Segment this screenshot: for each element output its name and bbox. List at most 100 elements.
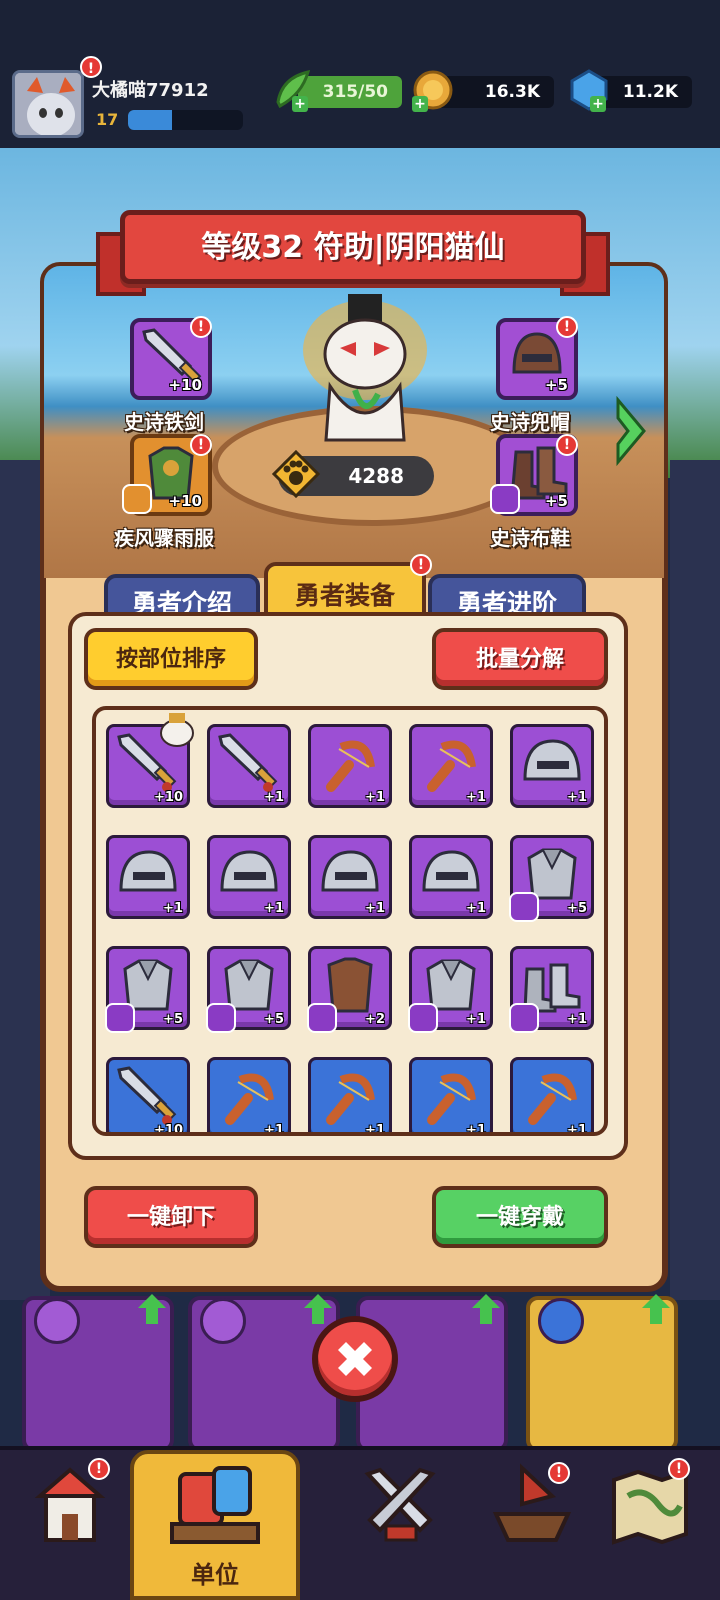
slot-boots-level: +5 [544, 492, 568, 510]
water-element-icon [200, 1298, 246, 1344]
player-avatar[interactable] [12, 70, 84, 138]
inventory-item-helmet[interactable]: +1 [106, 835, 190, 919]
inventory-item-level: +1 [466, 1012, 486, 1027]
inventory-grid: +10 +1 +1 +1 +1 +1 +1 +1 +1 +5 +5 +5 +2 +1 +1 +10 +1 +1 +1… [92, 706, 608, 1136]
hero-card-1[interactable] [22, 1294, 174, 1452]
inventory-item-helmet[interactable]: +1 [409, 835, 493, 919]
inventory-item-level: +1 [567, 1012, 587, 1027]
crossed-swords-icon [364, 1467, 436, 1542]
nav-units[interactable]: 单位 [130, 1450, 300, 1600]
inventory-item-boots[interactable]: +1 [509, 946, 594, 1033]
close-button[interactable] [312, 1316, 398, 1402]
inventory-item-helmet[interactable]: +1 [510, 724, 594, 808]
slot-boots-label: 史诗布鞋 [490, 526, 570, 550]
inventory-item-level: +1 [466, 790, 486, 805]
inventory-item-level: +1 [466, 1123, 486, 1136]
next-hero-arrow-icon[interactable] [612, 395, 648, 467]
xp-bar [128, 110, 243, 130]
hero-title: 等级32 符助|阴阳猫仙 [201, 230, 505, 265]
slot-weapon-level: +10 [168, 376, 202, 394]
inventory-item-slingshot[interactable]: +1 [409, 724, 493, 808]
slot-helmet-level: +5 [544, 376, 568, 394]
inventory-item-level: +1 [567, 1123, 587, 1136]
nav-ship[interactable] [482, 1456, 602, 1596]
player-name: 大橘喵77912 [92, 80, 209, 101]
xp-bar-fill [128, 110, 172, 130]
slot-armor-level: +10 [168, 492, 202, 510]
element-badge-icon [206, 1003, 236, 1033]
inventory-item-level: +1 [466, 901, 486, 916]
element-badge-icon [105, 1003, 135, 1033]
upgrade-arrow-icon [642, 1294, 670, 1324]
add-gem-icon[interactable]: + [590, 96, 606, 112]
add-gold-icon[interactable]: + [412, 96, 428, 112]
nav-units-label: 单位 [191, 1561, 239, 1589]
nav-map[interactable] [600, 1456, 720, 1596]
inventory-item-level: +2 [365, 1012, 385, 1027]
inventory-item-level: +5 [163, 1012, 183, 1027]
inventory-item-armor[interactable]: +5 [509, 835, 594, 922]
tab-equipment-alert: ! [410, 554, 432, 576]
earth-element-icon [538, 1298, 584, 1344]
slot-weapon-alert: ! [190, 316, 212, 338]
inventory-item-slingshot[interactable]: +1 [308, 724, 392, 808]
equipped-hero-avatar-icon [157, 711, 197, 747]
close-icon [338, 1342, 372, 1376]
slot-armor-alert: ! [190, 434, 212, 456]
batch-salvage-button[interactable]: 批量分解 [432, 628, 608, 690]
sort-by-slot-button[interactable]: 按部位排序 [84, 628, 258, 690]
armor-element-icon [122, 484, 152, 514]
slot-boots-alert: ! [556, 434, 578, 456]
inventory-item-level: +1 [264, 1123, 284, 1136]
slot-armor-label: 疾风骤雨服 [114, 526, 214, 550]
nav-home[interactable] [20, 1456, 140, 1596]
player-level: 17 [96, 110, 119, 129]
inventory-item-armor[interactable]: +5 [105, 946, 190, 1033]
inventory-item-level: +1 [365, 790, 385, 805]
inventory-item-level: +1 [567, 790, 587, 805]
inventory-item-level: +10 [154, 1123, 183, 1136]
element-badge-icon [509, 892, 539, 922]
element-badge-icon [509, 1003, 539, 1033]
inventory-item-slingshot[interactable]: +1 [308, 1057, 392, 1136]
inventory-item-sword[interactable]: +10 [106, 713, 194, 808]
hero-portrait [300, 290, 430, 450]
nav-ship-alert: ! [548, 1462, 570, 1484]
hero-card-4[interactable] [526, 1294, 678, 1452]
boots-element-icon [490, 484, 520, 514]
element-badge-icon [307, 1003, 337, 1033]
inventory-item-robe[interactable]: +2 [307, 946, 392, 1033]
unequip-all-button[interactable]: 一键卸下 [84, 1186, 258, 1248]
inventory-item-armor[interactable]: +1 [408, 946, 493, 1033]
inventory-item-sword[interactable]: +1 [207, 724, 291, 808]
inventory-item-level: +10 [154, 790, 183, 805]
inventory-item-level: +5 [567, 901, 587, 916]
inventory-item-slingshot[interactable]: +1 [510, 1057, 594, 1136]
inventory-item-level: +1 [365, 901, 385, 916]
inventory-item-sword[interactable]: +10 [106, 1057, 190, 1136]
equip-all-button[interactable]: 一键穿戴 [432, 1186, 608, 1248]
inventory-item-level: +5 [264, 1012, 284, 1027]
slot-helmet-label: 史诗兜帽 [490, 410, 570, 434]
inventory-item-armor[interactable]: +5 [206, 946, 291, 1033]
inventory-item-slingshot[interactable]: +1 [207, 1057, 291, 1136]
inventory-item-helmet[interactable]: +1 [308, 835, 392, 919]
nav-home-alert: ! [88, 1458, 110, 1480]
upgrade-arrow-icon [472, 1294, 500, 1324]
inventory-item-level: +1 [264, 901, 284, 916]
nav-battle[interactable] [350, 1456, 470, 1596]
nav-map-alert: ! [668, 1458, 690, 1480]
upgrade-arrow-icon [304, 1294, 332, 1324]
inventory-item-slingshot[interactable]: +1 [409, 1057, 493, 1136]
paw-power-icon [271, 449, 321, 499]
slot-helmet-alert: ! [556, 316, 578, 338]
inventory-item-level: +1 [264, 790, 284, 805]
element-badge-icon [408, 1003, 438, 1033]
inventory-item-level: +1 [365, 1123, 385, 1136]
avatar-alert-badge: ! [80, 56, 102, 78]
fire-element-icon [34, 1298, 80, 1344]
inventory-item-helmet[interactable]: +1 [207, 835, 291, 919]
upgrade-arrow-icon [138, 1294, 166, 1324]
add-energy-icon[interactable]: + [292, 96, 308, 112]
units-icon [170, 1466, 260, 1544]
